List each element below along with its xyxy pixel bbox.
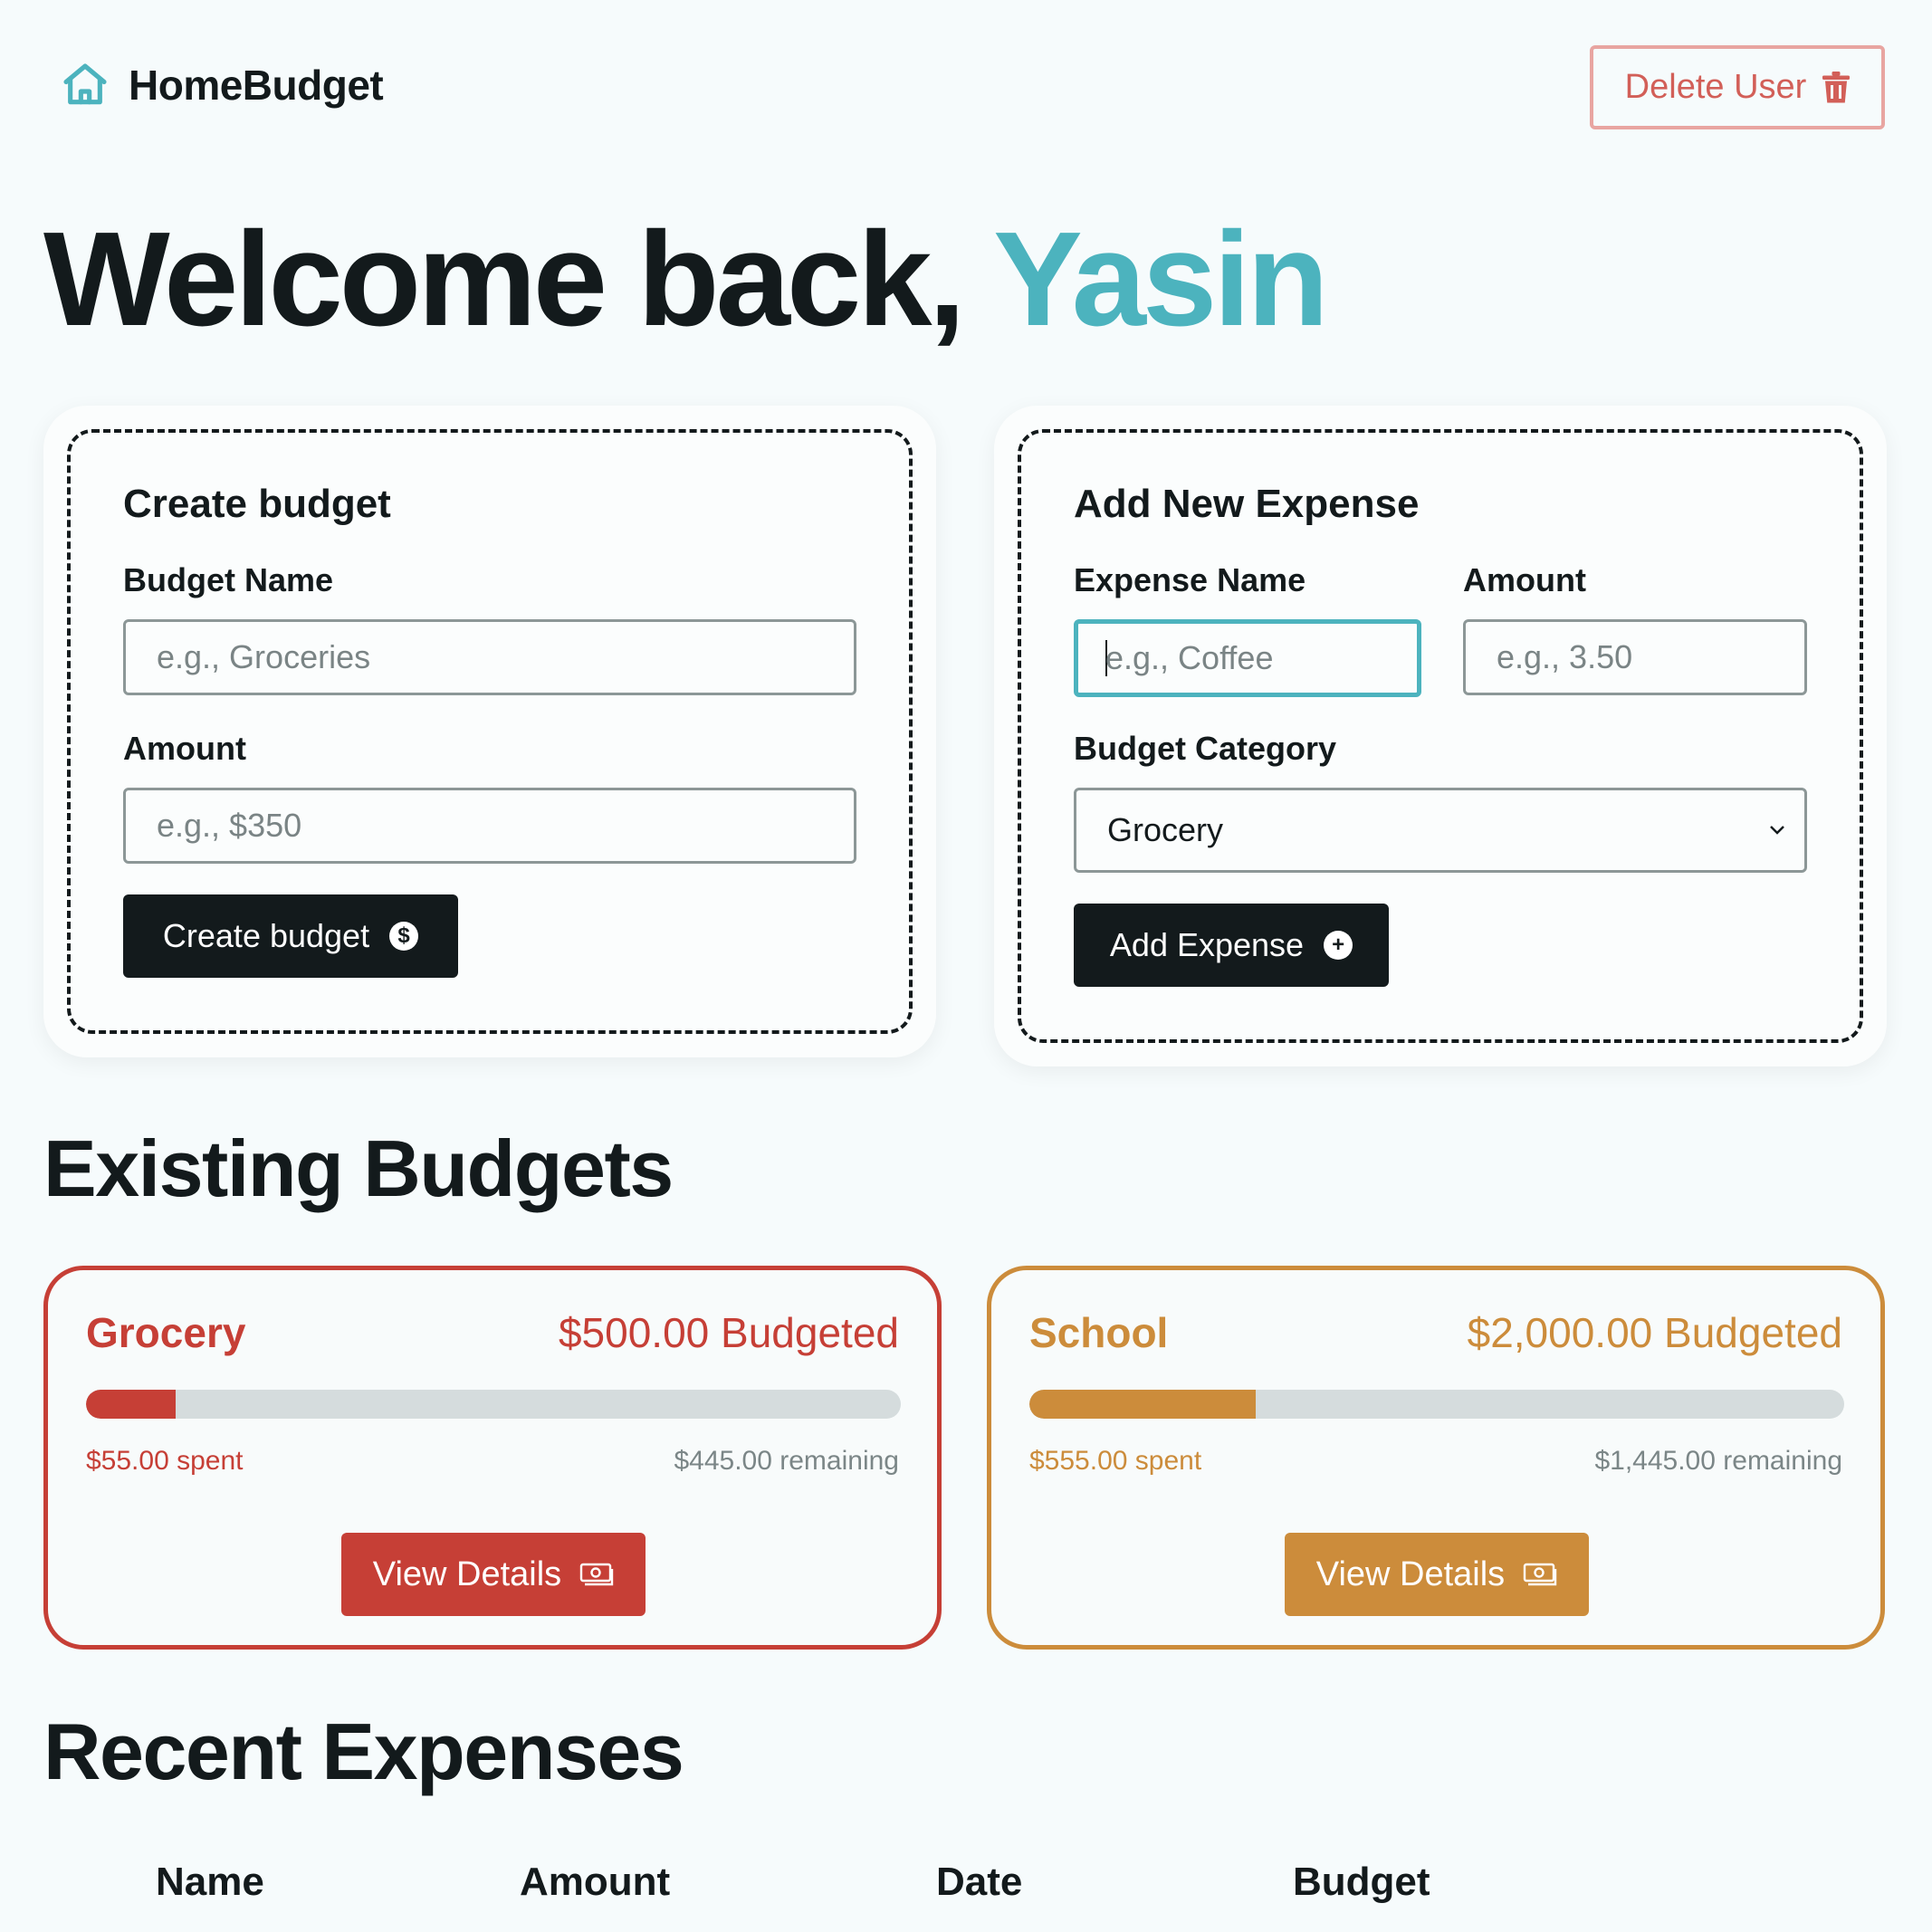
budget-card-grocery: Grocery $500.00 Budgeted $55.00 spent $4… bbox=[43, 1266, 942, 1650]
column-header-date: Date bbox=[936, 1860, 1023, 1904]
expense-amount-input[interactable]: e.g., 3.50 bbox=[1463, 619, 1807, 695]
welcome-heading: Welcome back, Yasin bbox=[43, 205, 1329, 354]
budget-progress-bar bbox=[1029, 1390, 1844, 1419]
existing-budgets-title: Existing Budgets bbox=[43, 1124, 674, 1213]
column-header-budget: Budget bbox=[1293, 1860, 1430, 1904]
expense-amount-label: Amount bbox=[1463, 561, 1586, 598]
budget-card-school: School $2,000.00 Budgeted $555.00 spent … bbox=[987, 1266, 1885, 1650]
expense-amount-placeholder: e.g., 3.50 bbox=[1497, 638, 1633, 675]
budget-name-label: Budget Name bbox=[123, 561, 334, 598]
budget-amount-input[interactable]: e.g., $350 bbox=[123, 788, 856, 864]
budget-amount: $500.00 Budgeted bbox=[558, 1309, 899, 1356]
budget-category-value: Grocery bbox=[1107, 811, 1224, 848]
budget-progress-fill bbox=[86, 1390, 176, 1419]
home-icon bbox=[63, 63, 107, 105]
expense-name-placeholder: e.g., Coffee bbox=[1105, 639, 1274, 676]
create-budget-button-label: Create budget bbox=[162, 917, 370, 954]
trash-icon bbox=[1822, 71, 1851, 102]
delete-user-button[interactable]: Delete User bbox=[1590, 45, 1885, 129]
view-details-button[interactable]: View Details bbox=[1285, 1533, 1589, 1616]
budget-remaining: $445.00 remaining bbox=[674, 1446, 899, 1476]
banknotes-icon bbox=[1523, 1563, 1557, 1586]
chevron-down-icon bbox=[1770, 826, 1784, 835]
create-budget-card: Create budget Budget Name e.g., Grocerie… bbox=[43, 406, 936, 1057]
view-details-label: View Details bbox=[1315, 1554, 1506, 1593]
budget-amount-placeholder: e.g., $350 bbox=[157, 807, 302, 844]
expense-name-input[interactable]: e.g., Coffee bbox=[1074, 619, 1421, 697]
expense-name-label: Expense Name bbox=[1074, 561, 1306, 598]
create-budget-title: Create budget bbox=[123, 482, 391, 526]
add-expense-title: Add New Expense bbox=[1074, 482, 1420, 526]
budget-spent: $555.00 spent bbox=[1029, 1446, 1202, 1476]
budget-spent: $55.00 spent bbox=[86, 1446, 244, 1476]
delete-user-label: Delete User bbox=[1624, 68, 1807, 106]
create-budget-button[interactable]: Create budget $ bbox=[123, 894, 458, 978]
budget-name-placeholder: e.g., Groceries bbox=[157, 638, 371, 675]
budget-remaining: $1,445.00 remaining bbox=[1594, 1446, 1842, 1476]
budget-amount: $2,000.00 Budgeted bbox=[1467, 1309, 1842, 1356]
app-name: HomeBudget bbox=[129, 62, 384, 109]
dollar-circle-icon: $ bbox=[389, 922, 419, 951]
plus-circle-icon: + bbox=[1324, 931, 1353, 960]
budget-name: School bbox=[1029, 1309, 1169, 1356]
add-expense-card: Add New Expense Expense Name Amount e.g.… bbox=[994, 406, 1887, 1066]
banknotes-icon bbox=[579, 1563, 614, 1586]
app-logo[interactable]: HomeBudget bbox=[60, 60, 384, 110]
view-details-button[interactable]: View Details bbox=[341, 1533, 646, 1616]
add-expense-button-label: Add Expense bbox=[1109, 926, 1305, 963]
budget-name: Grocery bbox=[86, 1309, 246, 1356]
budget-category-label: Budget Category bbox=[1074, 730, 1337, 767]
column-header-name: Name bbox=[156, 1860, 264, 1904]
welcome-prefix: Welcome back, bbox=[43, 205, 966, 354]
view-details-label: View Details bbox=[372, 1554, 562, 1593]
column-header-amount: Amount bbox=[520, 1860, 671, 1904]
budget-amount-label: Amount bbox=[123, 730, 246, 767]
budget-progress-fill bbox=[1029, 1390, 1256, 1419]
budget-progress-bar bbox=[86, 1390, 901, 1419]
user-name: Yasin bbox=[993, 205, 1329, 354]
add-expense-button[interactable]: Add Expense + bbox=[1074, 904, 1389, 987]
budget-name-input[interactable]: e.g., Groceries bbox=[123, 619, 856, 695]
recent-expenses-title: Recent Expenses bbox=[43, 1707, 684, 1796]
budget-category-select[interactable]: Grocery bbox=[1074, 788, 1807, 873]
